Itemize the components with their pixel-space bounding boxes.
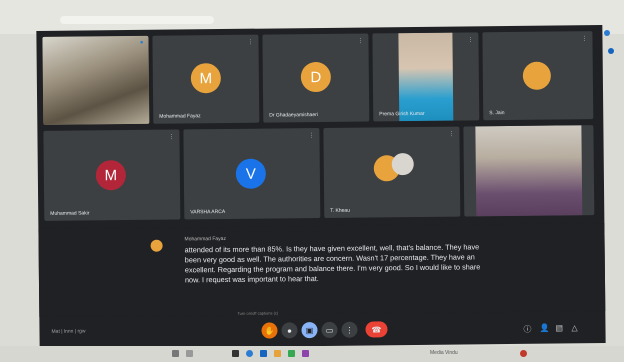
captions-tooltip: Turn on/off captions (c): [237, 310, 279, 316]
avatar-initial: V: [245, 165, 256, 183]
more-options-button[interactable]: ⋮: [341, 321, 358, 338]
mic-off-icon: ⋮: [581, 36, 588, 43]
leave-call-button[interactable]: ☎: [365, 321, 388, 338]
participant-name: VARSHA ARCA: [190, 209, 226, 216]
chat-icon[interactable]: ▤: [555, 323, 563, 332]
meet-window: ● M Mohammad Fayaz ⋮ D Dr Ghadaeyamishae…: [36, 25, 606, 349]
participant-tile[interactable]: [463, 125, 595, 217]
participant-name: Muhammad Sakir: [50, 210, 90, 217]
avatar-initial: M: [104, 166, 118, 184]
participant-tile[interactable]: V VARSHA ARCA ⋮: [183, 128, 321, 220]
notification-icon[interactable]: [520, 350, 527, 357]
camera-button[interactable]: ▣: [301, 322, 318, 339]
caption-text: attended of its more than 85%. Is they h…: [184, 242, 481, 285]
taskbar: Media Vindu: [0, 346, 624, 362]
participant-avatar: D: [300, 61, 332, 93]
participant-video: [398, 32, 454, 122]
mic-off-icon: ⋮: [308, 133, 315, 140]
participant-video: [475, 125, 583, 217]
app-icon[interactable]: [232, 350, 239, 357]
raise-hand-button[interactable]: ✋: [261, 322, 278, 339]
mic-off-icon: ⋮: [467, 37, 474, 44]
search-icon[interactable]: [186, 350, 193, 357]
captions-panel: Mohammad Fayaz attended of its more than…: [38, 223, 606, 317]
activities-icon[interactable]: △: [571, 323, 577, 332]
app-icon[interactable]: [260, 350, 267, 357]
participant-avatar: [522, 61, 551, 90]
participant-tile[interactable]: D Dr Ghadaeyamishaeri ⋮: [262, 33, 370, 123]
participant-tile[interactable]: ●: [42, 35, 150, 125]
participant-avatar: M: [190, 63, 222, 94]
mic-off-icon: ⋮: [168, 134, 175, 141]
captions-button[interactable]: ▭: [321, 321, 338, 339]
caption-speaker: Mohammad Fayaz: [184, 235, 226, 243]
participant-name: T. Kheau: [330, 207, 351, 214]
mic-off-icon: ⋮: [448, 131, 455, 138]
app-icon[interactable]: [274, 350, 281, 357]
mic-button[interactable]: ●: [281, 322, 298, 339]
taskbar-status: Media Vindu: [430, 350, 458, 356]
avatar-initial: M: [199, 69, 213, 87]
side-indicator-icon: [604, 30, 610, 36]
mic-off-icon: ⋮: [247, 39, 254, 46]
participant-tile[interactable]: Prema Girish Kumar ⋮: [372, 32, 480, 122]
side-indicator-icon: [608, 48, 614, 54]
address-bar[interactable]: [60, 16, 214, 24]
app-icon[interactable]: [302, 350, 309, 357]
meeting-details[interactable]: Mat | lnnn | rgw: [51, 328, 85, 334]
participant-name: Prema Girish Kumar: [379, 110, 425, 118]
participant-tile[interactable]: T. Kheau ⋮: [323, 126, 461, 218]
app-icon[interactable]: [288, 350, 295, 357]
participant-video: [42, 35, 150, 125]
pin-icon[interactable]: ●: [140, 40, 144, 46]
avatar-initial: D: [310, 68, 322, 86]
participant-tile[interactable]: M Mohammad Fayaz ⋮: [152, 34, 260, 124]
control-bar: Mat | lnnn | rgw Turn on/off captions (c…: [39, 310, 605, 349]
mic-off-icon: ⋮: [357, 38, 364, 45]
people-icon[interactable]: 👤: [539, 324, 549, 333]
info-icon[interactable]: ⓘ: [523, 324, 531, 335]
participant-tile[interactable]: S. Jain ⋮: [482, 31, 594, 121]
participant-name: Mohammad Fayaz: [159, 113, 201, 120]
speaker-avatar: [150, 239, 163, 252]
participant-avatar: [391, 153, 414, 176]
participant-name: Dr Ghadaeyamishaeri: [269, 112, 318, 119]
participant-tile[interactable]: M Muhammad Sakir ⋮: [43, 129, 181, 221]
browser-icon[interactable]: [246, 350, 253, 357]
participant-name: S. Jain: [489, 110, 505, 117]
start-icon[interactable]: [172, 350, 179, 357]
participant-avatar: V: [235, 158, 267, 189]
participant-avatar: M: [95, 160, 127, 191]
